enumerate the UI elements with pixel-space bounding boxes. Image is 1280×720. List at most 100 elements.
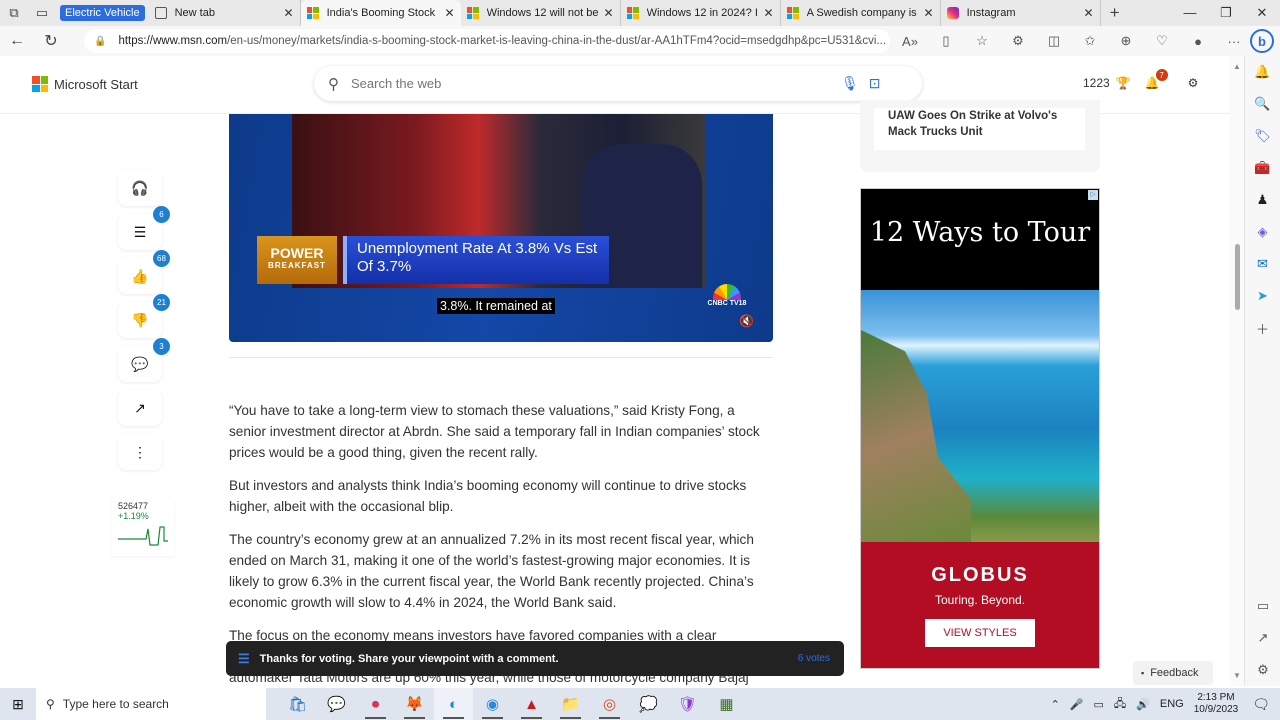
page-scrollbar[interactable]: ▲ ▼ <box>1230 56 1244 686</box>
advertisement[interactable]: ▷ 12 Ways to Tour GLOBUS Touring. Beyond… <box>860 188 1100 669</box>
ticker-change: +1.19% <box>118 511 149 521</box>
scroll-down-icon[interactable]: ▼ <box>1233 671 1241 680</box>
workspaces-icon[interactable]: ⧉ <box>0 0 28 26</box>
microsoft-start-logo[interactable]: Microsoft Start <box>32 76 138 92</box>
close-tab-icon[interactable]: ✕ <box>924 6 934 20</box>
show-logo: POWER BREAKFAST <box>257 236 337 284</box>
vpn-icon[interactable]: 🛡 <box>668 688 707 720</box>
feedback-button[interactable]: ▪ Feedback <box>1133 661 1213 685</box>
favorites-icon[interactable]: ✩ <box>1072 33 1108 49</box>
notification-center-icon[interactable]: 🗨 <box>1252 696 1270 713</box>
tab-new-tab[interactable]: New tab ✕ <box>149 0 301 26</box>
favorite-star-icon[interactable]: ☆ <box>964 33 1000 49</box>
open-external-icon[interactable]: ↗ <box>1245 622 1280 654</box>
restore-icon[interactable]: ❐ <box>1208 5 1244 21</box>
microsoft365-icon[interactable]: ◈ <box>1245 216 1280 248</box>
refresh-icon[interactable]: ↻ <box>34 31 68 51</box>
bell-icon[interactable]: 🔔 <box>1245 56 1280 88</box>
split-screen-icon[interactable]: ◫ <box>1036 33 1072 49</box>
scroll-up-icon[interactable]: ▲ <box>1233 62 1241 71</box>
recorder-icon[interactable]: ⏺ <box>356 688 395 720</box>
summary-button[interactable]: ☰ 6 <box>118 206 170 250</box>
view-styles-button[interactable]: VIEW STYLES <box>925 619 1035 647</box>
tab-windows12-a[interactable]: Windows 12 will not be a ✕ <box>461 0 621 26</box>
trophy-icon[interactable]: 🏆 <box>1116 76 1131 90</box>
store-icon[interactable]: 🛍 <box>278 688 317 720</box>
listen-button[interactable]: 🎧 <box>118 170 162 206</box>
pdf-icon[interactable]: ▲ <box>512 688 551 720</box>
microphone-icon[interactable]: 🎤 <box>1070 698 1084 711</box>
firefox-icon[interactable]: 🦊 <box>395 688 434 720</box>
close-tab-icon[interactable]: ✕ <box>1084 6 1094 20</box>
game-icon[interactable]: ▦ <box>707 688 746 720</box>
taskbar-search[interactable]: ⚲ Type here to search <box>36 688 266 720</box>
send-icon[interactable]: ➤ <box>1245 280 1280 312</box>
article-paragraph: But investors and analysts think India’s… <box>229 478 747 514</box>
ad-footer: GLOBUS Touring. Beyond. VIEW STYLES <box>861 542 1099 668</box>
share-button[interactable]: ↗ <box>118 390 162 426</box>
microphone-icon[interactable]: 🎙 <box>841 75 859 92</box>
back-icon[interactable]: ← <box>0 32 34 50</box>
more-menu-icon[interactable]: ··· <box>1216 34 1252 49</box>
new-tab-button[interactable]: + <box>1101 0 1129 26</box>
show-hidden-icons[interactable]: ⌃ <box>1051 698 1060 711</box>
edge-icon[interactable]: ◐ <box>434 688 473 720</box>
battery-icon[interactable]: ▭ <box>1094 698 1104 711</box>
mute-icon[interactable]: 🔇 <box>739 314 754 328</box>
tab-actions-icon[interactable]: ▭ <box>28 0 56 26</box>
collections-icon[interactable]: ⊕ <box>1108 33 1144 49</box>
outlook-icon[interactable]: ✉ <box>1245 248 1280 280</box>
visual-search-icon[interactable]: ⊡ <box>869 75 881 92</box>
clock[interactable]: 2:13 PM 10/9/2023 <box>1194 692 1239 716</box>
settings-gear-icon[interactable]: ⚙ <box>1188 76 1199 90</box>
browser-essentials-icon[interactable]: ♡ <box>1144 33 1180 49</box>
tab-group-chip[interactable]: Electric Vehicle <box>60 5 145 21</box>
like-button[interactable]: 👍 68 <box>118 250 170 294</box>
tab-instagram[interactable]: Instagram ✕ <box>941 0 1101 26</box>
tools-icon[interactable]: 🧰 <box>1245 152 1280 184</box>
notifications-button[interactable]: 🔔 7 <box>1145 69 1174 90</box>
video-player[interactable]: POWER BREAKFAST Unemployment Rate At 3.8%… <box>229 114 773 342</box>
tab-india-stock[interactable]: India's Booming Stock M ✕ <box>300 0 461 26</box>
chat-icon[interactable]: 💬 <box>317 688 356 720</box>
new-tab-icon <box>154 7 167 19</box>
tab-swedish-company[interactable]: A Swedish company is m ✕ <box>781 0 941 26</box>
chrome-icon[interactable]: ◎ <box>590 688 629 720</box>
wechat-icon[interactable]: 💭 <box>629 688 668 720</box>
more-options-button[interactable]: ⋮ <box>118 434 162 470</box>
ad-choices-icon[interactable]: ▷ <box>1088 190 1098 200</box>
minimize-icon[interactable]: — <box>1172 5 1208 21</box>
tab-windows12-b[interactable]: Windows 12 in 2024? Int ✕ <box>621 0 781 26</box>
stock-ticker-widget[interactable]: 526477 +1.19% <box>112 498 174 556</box>
close-tab-icon[interactable]: ✕ <box>764 6 774 20</box>
comment-button[interactable]: 💬 3 <box>118 338 170 382</box>
scrollbar-thumb[interactable] <box>1235 244 1240 310</box>
file-explorer-icon[interactable]: 📁 <box>551 688 590 720</box>
close-tab-icon[interactable]: ✕ <box>445 6 455 20</box>
dislike-button[interactable]: 👎 21 <box>118 294 170 338</box>
news-card[interactable]: UAW Goes On Strike at Volvo's Mack Truck… <box>874 108 1085 150</box>
network-icon[interactable]: 🖧 <box>1114 695 1126 714</box>
bing-copilot-button[interactable]: b <box>1250 29 1274 53</box>
shopping-tag-icon[interactable]: 🏷 <box>1245 120 1280 152</box>
games-icon[interactable]: ♟ <box>1245 184 1280 216</box>
profile-avatar-icon[interactable]: ● <box>1180 34 1216 49</box>
search-icon[interactable]: 🔍 <box>1245 88 1280 120</box>
immersive-reader-icon[interactable]: ▯ <box>928 33 964 49</box>
language-indicator[interactable]: ENG <box>1160 698 1184 710</box>
search-input[interactable] <box>351 76 831 91</box>
settings-gear-icon[interactable]: ⚙ <box>1245 654 1280 686</box>
sidebar-panel-icon[interactable]: ▭ <box>1245 590 1280 622</box>
close-tab-icon[interactable]: ✕ <box>604 6 614 20</box>
rewards-points[interactable]: 1223 <box>1083 76 1110 90</box>
url-field[interactable]: 🔒 https://www.msn.com/en-us/money/market… <box>84 29 890 53</box>
close-window-icon[interactable]: ✕ <box>1244 5 1280 21</box>
add-icon[interactable]: ＋ <box>1245 312 1280 344</box>
read-aloud-icon[interactable]: A» <box>892 34 928 49</box>
votes-link[interactable]: 6 votes <box>798 653 830 664</box>
volume-icon[interactable]: 🔊 <box>1136 698 1150 711</box>
windows-start-icon[interactable]: ⊞ <box>0 696 36 713</box>
close-tab-icon[interactable]: ✕ <box>284 6 294 20</box>
app-icon[interactable]: ◉ <box>473 688 512 720</box>
extensions-icon[interactable]: ⚙ <box>1000 33 1036 49</box>
